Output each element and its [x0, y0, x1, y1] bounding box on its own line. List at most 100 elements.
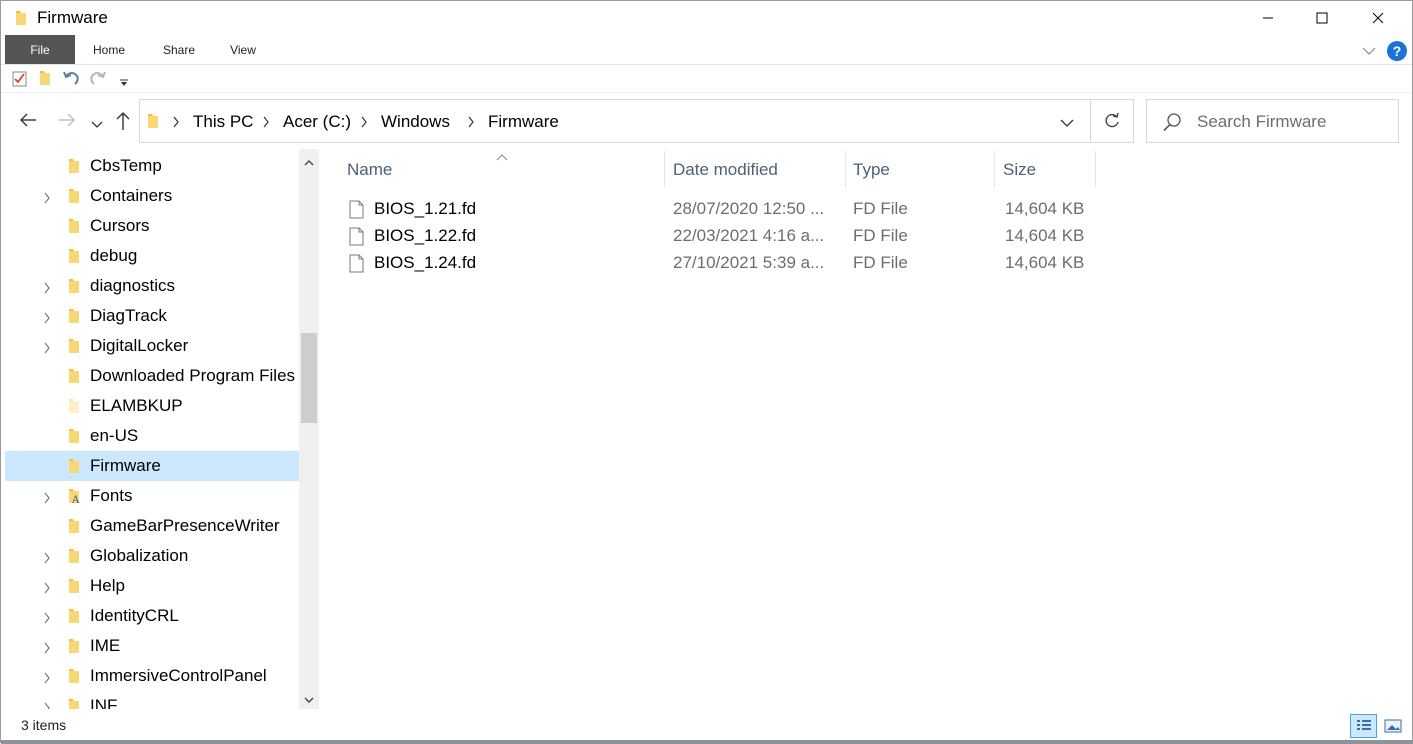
chevron-right-icon[interactable]: [43, 611, 51, 629]
column-header-type[interactable]: Type: [845, 149, 995, 187]
redo-icon[interactable]: [89, 70, 107, 91]
tab-home[interactable]: Home: [79, 35, 139, 64]
customize-toolbar-icon[interactable]: [119, 74, 129, 92]
sidebar-item-help[interactable]: Help: [5, 571, 299, 601]
sidebar-item-downloaded-program-files[interactable]: Downloaded Program Files: [5, 361, 299, 391]
chevron-right-icon[interactable]: [43, 491, 51, 509]
chevron-right-icon[interactable]: [467, 115, 475, 133]
maximize-button[interactable]: [1295, 1, 1349, 35]
forward-arrow-icon[interactable]: [58, 112, 76, 133]
chevron-right-icon[interactable]: [172, 115, 180, 133]
file-date-modified: 22/03/2021 4:16 a...: [673, 226, 825, 245]
chevron-down-icon[interactable]: [1362, 43, 1376, 61]
breadcrumb-acer-c[interactable]: Acer (C:): [283, 112, 351, 132]
file-date-modified: 28/07/2020 12:50 ...: [673, 199, 825, 218]
chevron-right-icon[interactable]: [43, 581, 51, 599]
column-header-name[interactable]: Name: [339, 149, 664, 187]
window-title: Firmware: [37, 8, 108, 27]
sidebar-item-containers[interactable]: Containers: [5, 181, 299, 211]
tab-view[interactable]: View: [213, 35, 273, 64]
sidebar-item-identitycrl[interactable]: IdentityCRL: [5, 601, 299, 631]
scroll-down-icon[interactable]: [304, 691, 314, 709]
chevron-right-icon[interactable]: [43, 551, 51, 569]
ribbon-tabs: File Home Share View: [1, 35, 1412, 65]
sidebar-item-inf[interactable]: INF: [5, 691, 299, 709]
recent-locations-chevron-icon[interactable]: [91, 116, 103, 134]
chevron-right-icon[interactable]: [43, 701, 51, 709]
help-button[interactable]: ?: [1387, 41, 1407, 61]
sidebar-item-cbstemp[interactable]: CbsTemp: [5, 151, 299, 181]
chevron-right-icon[interactable]: [43, 191, 51, 209]
sidebar-item-en-us[interactable]: en-US: [5, 421, 299, 451]
back-arrow-icon[interactable]: [19, 112, 37, 133]
chevron-right-icon[interactable]: [360, 115, 368, 133]
column-divider[interactable]: [1095, 151, 1096, 187]
folder-icon: [67, 458, 81, 479]
file-type: FD File: [853, 253, 908, 272]
file-size: 14,604 KB: [1005, 226, 1085, 245]
chevron-right-icon[interactable]: [43, 341, 51, 359]
minimize-button[interactable]: [1241, 1, 1295, 35]
sidebar-item-gamebarpresencewriter[interactable]: GameBarPresenceWriter: [5, 511, 299, 541]
details-view-button[interactable]: [1350, 714, 1377, 738]
chevron-right-icon[interactable]: [43, 671, 51, 689]
scrollbar-thumb[interactable]: [301, 333, 317, 423]
chevron-down-icon[interactable]: [1060, 115, 1074, 133]
chevron-right-icon[interactable]: [43, 281, 51, 299]
up-arrow-icon[interactable]: [115, 111, 131, 136]
sidebar-item-label: Globalization: [90, 546, 189, 565]
table-row[interactable]: BIOS_1.21.fd 28/07/2020 12:50 ... FD File 1…: [343, 196, 1103, 223]
folder-icon: [67, 188, 81, 209]
title-bar[interactable]: Firmware: [1, 1, 1412, 35]
large-icons-view-button[interactable]: [1381, 715, 1405, 737]
tab-share[interactable]: Share: [149, 35, 209, 64]
sidebar-item-globalization[interactable]: Globalization: [5, 541, 299, 571]
folder-icon: [67, 668, 81, 689]
sidebar-item-label: Help: [90, 576, 125, 595]
column-header-size[interactable]: Size: [995, 149, 1095, 187]
folder-icon: [67, 698, 81, 709]
sidebar-item-label: Downloaded Program Files: [90, 366, 296, 385]
file-list: Name Date modified Type Size BIOS_1.21.f…: [331, 149, 1406, 709]
sidebar-item-label: en-US: [90, 426, 139, 445]
sidebar-item-diagnostics[interactable]: diagnostics: [5, 271, 299, 301]
svg-text:A: A: [71, 495, 80, 504]
breadcrumb-windows[interactable]: Windows: [381, 112, 450, 132]
sidebar-item-diagtrack[interactable]: DiagTrack: [5, 301, 299, 331]
breadcrumb-this-pc[interactable]: This PC: [193, 112, 253, 132]
file-name: BIOS_1.22.fd: [374, 226, 477, 245]
refresh-icon[interactable]: [1102, 111, 1122, 136]
folder-icon: [146, 113, 160, 134]
undo-icon[interactable]: [62, 70, 80, 91]
scroll-up-icon[interactable]: [304, 154, 314, 172]
table-row[interactable]: BIOS_1.22.fd 22/03/2021 4:16 a... FD File 1…: [343, 223, 1103, 250]
item-count: 3 items: [21, 717, 67, 733]
sidebar-item-immersivecontrolpanel[interactable]: ImmersiveControlPanel: [5, 661, 299, 691]
large-icons-view-icon: [1384, 719, 1402, 733]
tab-file[interactable]: File: [5, 35, 75, 64]
chevron-right-icon[interactable]: [43, 641, 51, 659]
sidebar-item-elambkup[interactable]: ELAMBKUP: [5, 391, 299, 421]
sidebar-item-ime[interactable]: IME: [5, 631, 299, 661]
chevron-right-icon[interactable]: [43, 311, 51, 329]
search-input[interactable]: Search Firmware: [1197, 112, 1326, 132]
table-row[interactable]: BIOS_1.24.fd 27/10/2021 5:39 a... FD File 1…: [343, 250, 1103, 277]
sidebar-item-label: ImmersiveControlPanel: [90, 666, 267, 685]
sidebar-item-digitallocker[interactable]: DigitalLocker: [5, 331, 299, 361]
close-icon: [1372, 12, 1384, 24]
sidebar-item-debug[interactable]: debug: [5, 241, 299, 271]
new-folder-icon[interactable]: [38, 70, 52, 91]
sidebar-item-cursors[interactable]: Cursors: [5, 211, 299, 241]
chevron-right-icon[interactable]: [262, 115, 270, 133]
navigation-scrollbar[interactable]: [299, 149, 319, 709]
address-bar[interactable]: This PC Acer (C:) Windows Firmware: [139, 99, 1134, 143]
column-header-date-modified[interactable]: Date modified: [665, 149, 845, 187]
search-box[interactable]: Search Firmware: [1146, 99, 1399, 143]
sidebar-item-label: DiagTrack: [90, 306, 167, 325]
sidebar-item-label: IdentityCRL: [90, 606, 179, 625]
close-button[interactable]: [1351, 1, 1405, 35]
properties-icon[interactable]: [12, 70, 28, 92]
sidebar-item-firmware[interactable]: Firmware: [5, 451, 299, 481]
sidebar-item-fonts[interactable]: A Fonts: [5, 481, 299, 511]
breadcrumb-firmware[interactable]: Firmware: [488, 112, 559, 132]
